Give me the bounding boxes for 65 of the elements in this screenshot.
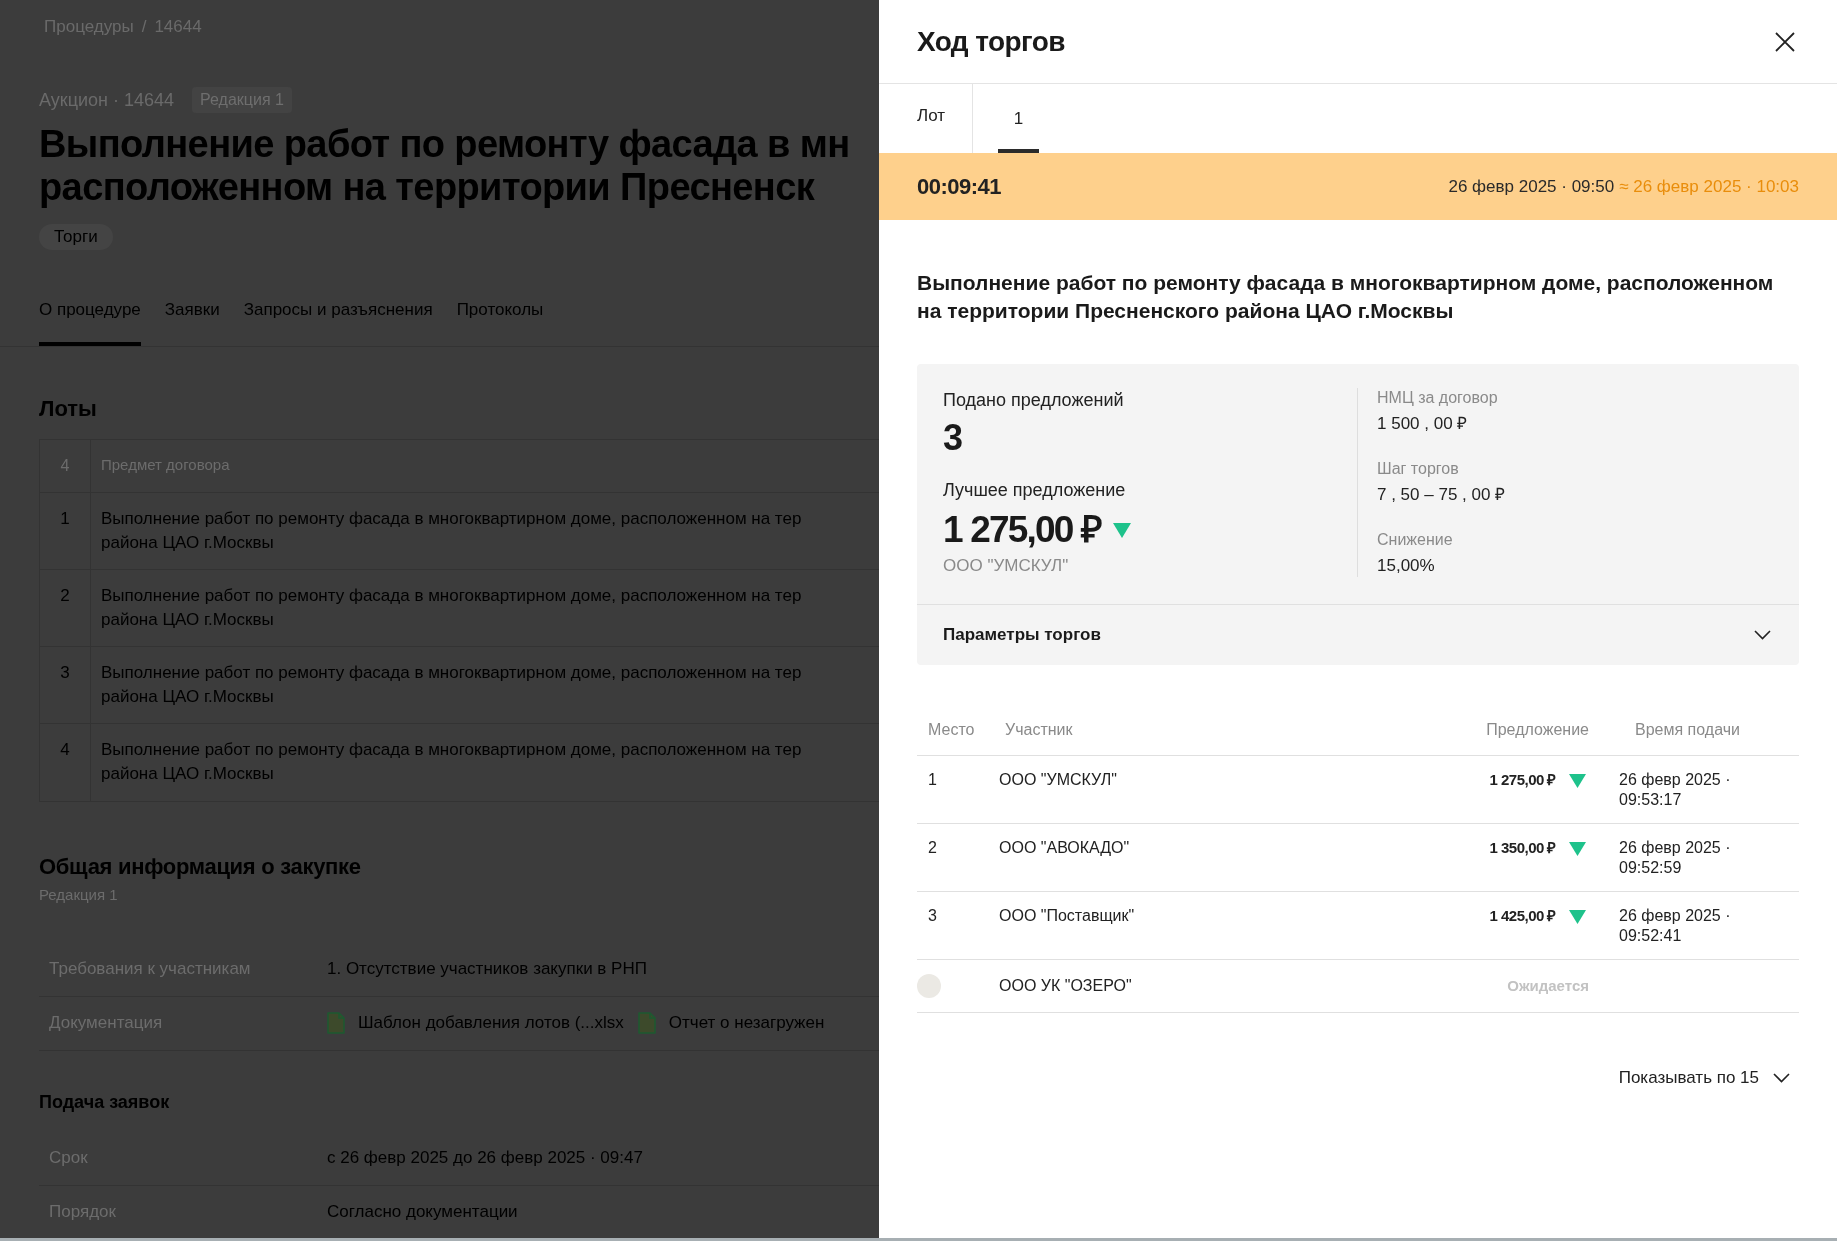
column-header: Участник <box>1004 720 1073 740</box>
lot-number: 4 <box>60 738 70 761</box>
breadcrumb-separator: / <box>141 16 147 38</box>
countdown-timer: 00:09:41 <box>917 173 1002 201</box>
lot-number: 1 <box>60 507 70 530</box>
parameters-accordion[interactable]: Параметры торгов <box>917 604 1799 665</box>
subsection-heading: Подача заявок <box>39 1090 170 1114</box>
offer-amount: 1 350,00 ₽ <box>1489 838 1556 858</box>
page-tab[interactable]: Протоколы <box>456 283 544 346</box>
participant-cell: ООО "Поставщик" <box>999 906 1135 926</box>
fact-label: Снижение <box>1377 530 1453 550</box>
file-link[interactable]: Шаблон добавления лотов (...xlsx <box>358 1011 624 1035</box>
page-tab[interactable]: О процедуре <box>39 283 141 346</box>
info-value: Согласно документации <box>327 1201 518 1223</box>
place-cell-text: 1 <box>927 770 937 790</box>
lot-title: Выполнение работ по ремонту фасада в многоквартирном доме, расположенном на территории Пресненского района ЦАО г.Москвы <box>917 270 1775 324</box>
estimated-end-time: ≈ 26 февр 2025 · 10:03 <box>1619 175 1799 198</box>
fact-label: НМЦ за договор <box>1377 388 1498 408</box>
best-offer-bidder: ООО "УМСКУЛ" <box>943 555 1069 577</box>
lot-subject: Выполнение работ по ремонту фасада в многоквартирном доме, расположенном на тер района ЦАО г.Москвы <box>101 584 802 631</box>
fact-value: 7 , 50 – 75 , 00 ₽ <box>1377 484 1506 506</box>
column-header: Место <box>927 720 975 740</box>
section-heading: Лоты <box>39 394 97 423</box>
pending-status: Ожидается <box>1507 976 1590 996</box>
start-time: 26 февр 2025 · 09:50 <box>1448 175 1615 198</box>
offer-amount: 1 425,00 ₽ <box>1489 906 1556 926</box>
submission-time: 26 февр 2025 · 09:52:59 <box>1619 838 1732 878</box>
lot-number: 2 <box>60 584 70 607</box>
bids-count-label: Подано предложений <box>943 389 1124 412</box>
submission-time: 26 февр 2025 · 09:52:41 <box>1619 906 1732 946</box>
file-link[interactable]: Отчет о незагружен <box>668 1011 825 1035</box>
lot-subject: Выполнение работ по ремонту фасада в многоквартирном доме, расположенном на тер района ЦАО г.Москвы <box>101 738 802 785</box>
lot-label: Лот <box>917 106 946 125</box>
participant-cell: ООО УК "ОЗЕРО" <box>999 976 1132 996</box>
lot-number: 3 <box>60 661 70 684</box>
lot-subject: Выполнение работ по ремонту фасада в многоквартирном доме, расположенном на тер района ЦАО г.Москвы <box>101 507 802 554</box>
info-value: 1. Отсутствие участников закупки в РНП <box>327 958 647 980</box>
column-header: Предложение <box>1486 720 1590 740</box>
close-icon <box>1775 31 1795 52</box>
fact-value: 1 500 , 00 ₽ <box>1377 413 1468 435</box>
file-icon <box>327 1012 345 1034</box>
submission-time: 26 февр 2025 · 09:53:17 <box>1619 770 1732 810</box>
best-offer-label: Лучшее предложение <box>943 479 1126 502</box>
tag-pill: Торги <box>39 224 113 250</box>
bids-count: 3 <box>943 418 964 458</box>
page-title: Выполнение работ по ремонту фасада в мн расположенном на территории Пресненск <box>39 123 850 209</box>
page-size-dropdown[interactable]: Показывать по 15 <box>1618 1066 1790 1090</box>
close-button[interactable] <box>1773 29 1797 54</box>
place-cell-text: 2 <box>927 838 937 858</box>
participant-cell: ООО "УМСКУЛ" <box>999 770 1117 790</box>
info-value: с 26 февр 2025 до 26 февр 2025 · 09:47 <box>327 1147 643 1169</box>
column-header: Время подачи <box>1634 720 1740 740</box>
lot-subject: Выполнение работ по ремонту фасада в многоквартирном доме, расположенном на тер района ЦАО г.Москвы <box>101 661 802 708</box>
page-tab[interactable]: Заявки <box>164 283 220 346</box>
drawer-title: Ход торгов <box>917 24 1065 59</box>
file-icon <box>637 1012 656 1034</box>
offer-amount: 1 275,00 ₽ <box>1489 770 1556 790</box>
fact-label: Шаг торгов <box>1377 459 1459 479</box>
chevron-down-icon <box>1773 1073 1790 1083</box>
fact-value: 15,00% <box>1377 555 1435 577</box>
place-cell-text: 3 <box>927 906 937 926</box>
best-offer-amount: 1 275,00 ₽ <box>943 508 1102 552</box>
participant-cell: ООО "АВОКАДО" <box>999 838 1130 858</box>
section-heading: Общая информация о закупке <box>39 852 361 881</box>
page-tab[interactable]: Запросы и разъяснения <box>243 283 433 346</box>
